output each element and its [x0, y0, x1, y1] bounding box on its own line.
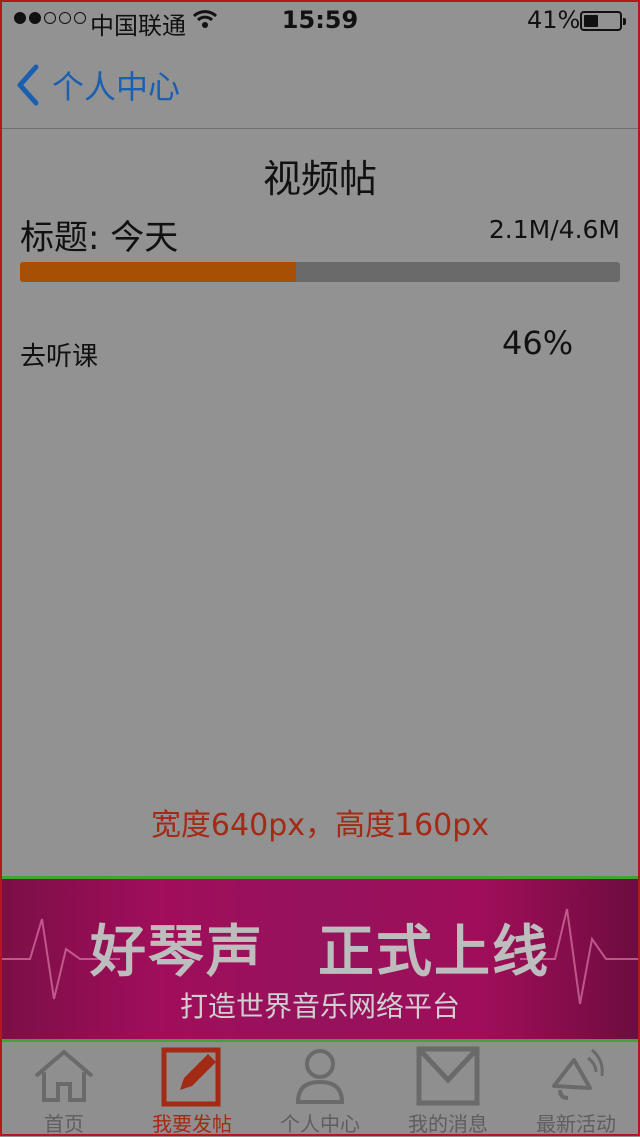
back-button[interactable]: 个人中心	[14, 60, 180, 110]
banner-subtitle: 打造世界音乐网络平台	[179, 990, 460, 1023]
navigation-bar: 个人中心	[0, 40, 640, 129]
chevron-left-icon	[17, 64, 39, 106]
megaphone-icon	[546, 1046, 606, 1110]
banner-title-left: 好琴声	[90, 920, 264, 985]
tab-messages-label: 我的消息	[408, 1112, 488, 1136]
compose-icon	[160, 1046, 224, 1112]
upload-progress-bar	[20, 262, 620, 282]
user-icon	[292, 1046, 348, 1110]
battery-icon	[580, 11, 626, 31]
upload-size: 2.1M/4.6M	[488, 215, 620, 244]
tab-profile-label: 个人中心	[280, 1112, 360, 1136]
upload-progress-fill	[20, 262, 296, 282]
tab-bar: 首页 我要发帖 个人中心 我的消息 最新活动	[0, 1042, 640, 1136]
home-icon	[32, 1046, 96, 1108]
back-button-label: 个人中心	[52, 68, 181, 106]
status-bar: 中国联通 15:59 41%	[0, 0, 640, 40]
tab-home-label: 首页	[44, 1112, 84, 1136]
battery-percent: 41%	[527, 6, 581, 34]
banner-title: 好琴声 正式上线	[0, 907, 640, 988]
promo-banner[interactable]: 好琴声 正式上线 打造世界音乐网络平台	[0, 876, 640, 1042]
post-title: 标题: 今天	[20, 218, 179, 258]
dimension-note: 宽度640px，高度160px	[150, 808, 490, 843]
upload-percent: 46%	[502, 324, 574, 362]
tab-profile[interactable]: 个人中心	[256, 1042, 384, 1136]
tab-events-label: 最新活动	[536, 1112, 616, 1136]
tab-events[interactable]: 最新活动	[512, 1042, 640, 1136]
banner-title-right: 正式上线	[318, 920, 550, 985]
tab-compose-label: 我要发帖	[152, 1112, 232, 1136]
page-title: 视频帖	[262, 157, 377, 201]
tab-home[interactable]: 首页	[0, 1042, 128, 1136]
tab-compose[interactable]: 我要发帖	[128, 1042, 256, 1136]
tab-messages[interactable]: 我的消息	[384, 1042, 512, 1136]
mail-icon	[416, 1046, 480, 1110]
task-label[interactable]: 去听课	[20, 336, 98, 373]
